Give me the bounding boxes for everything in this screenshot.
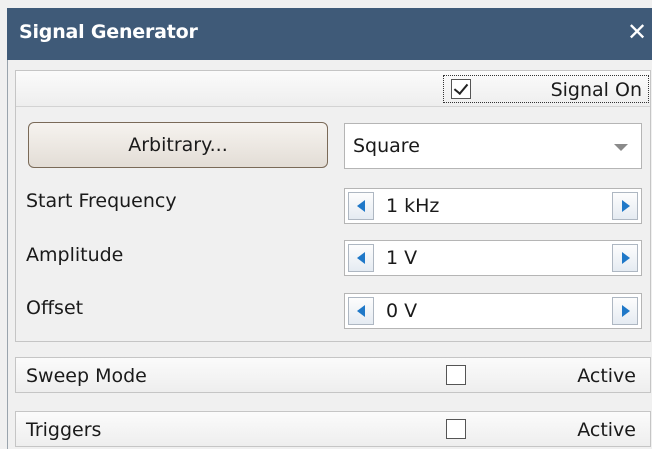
panel-edge [7,60,15,449]
triggers-active-label: Active [577,419,636,441]
close-icon[interactable]: ✕ [624,17,650,47]
chevron-down-icon[interactable] [614,144,628,151]
triggers-row: Triggers Active [15,411,651,447]
offset-label: Offset [26,297,84,319]
arbitrary-button[interactable]: Arbitrary... [28,122,328,168]
sweep-mode-row: Sweep Mode Active [15,357,651,393]
signal-on-toggle[interactable]: Signal On [443,75,649,103]
increase-arrow-icon[interactable] [612,297,638,325]
waveform-select-value: Square [353,135,420,157]
signal-on-row: Signal On [16,71,650,107]
signal-settings-group: Signal On Arbitrary... Square Start Freq… [15,70,651,342]
sweep-mode-active-label: Active [577,365,636,387]
start-frequency-spinner[interactable]: 1 kHz [344,188,642,224]
decrease-arrow-icon[interactable] [348,244,374,272]
sweep-mode-active-checkbox[interactable] [446,365,466,385]
window-title: Signal Generator [19,21,198,43]
offset-value[interactable]: 0 V [386,300,417,322]
title-bar: Signal Generator ✕ [7,8,652,60]
decrease-arrow-icon[interactable] [348,192,374,220]
start-frequency-label: Start Frequency [26,190,177,212]
start-frequency-value[interactable]: 1 kHz [386,195,439,217]
signal-on-checkbox[interactable] [451,79,471,99]
amplitude-spinner[interactable]: 1 V [344,240,642,276]
waveform-select[interactable]: Square [344,123,642,169]
triggers-active-checkbox[interactable] [446,419,466,439]
signal-generator-window: Signal Generator ✕ Signal On Arbitrary..… [0,0,652,449]
triggers-label: Triggers [26,419,102,441]
amplitude-value[interactable]: 1 V [386,247,417,269]
signal-on-label: Signal On [550,79,642,101]
increase-arrow-icon[interactable] [612,192,638,220]
amplitude-label: Amplitude [26,244,124,266]
sweep-mode-label: Sweep Mode [26,365,147,387]
offset-spinner[interactable]: 0 V [344,293,642,329]
decrease-arrow-icon[interactable] [348,297,374,325]
increase-arrow-icon[interactable] [612,244,638,272]
